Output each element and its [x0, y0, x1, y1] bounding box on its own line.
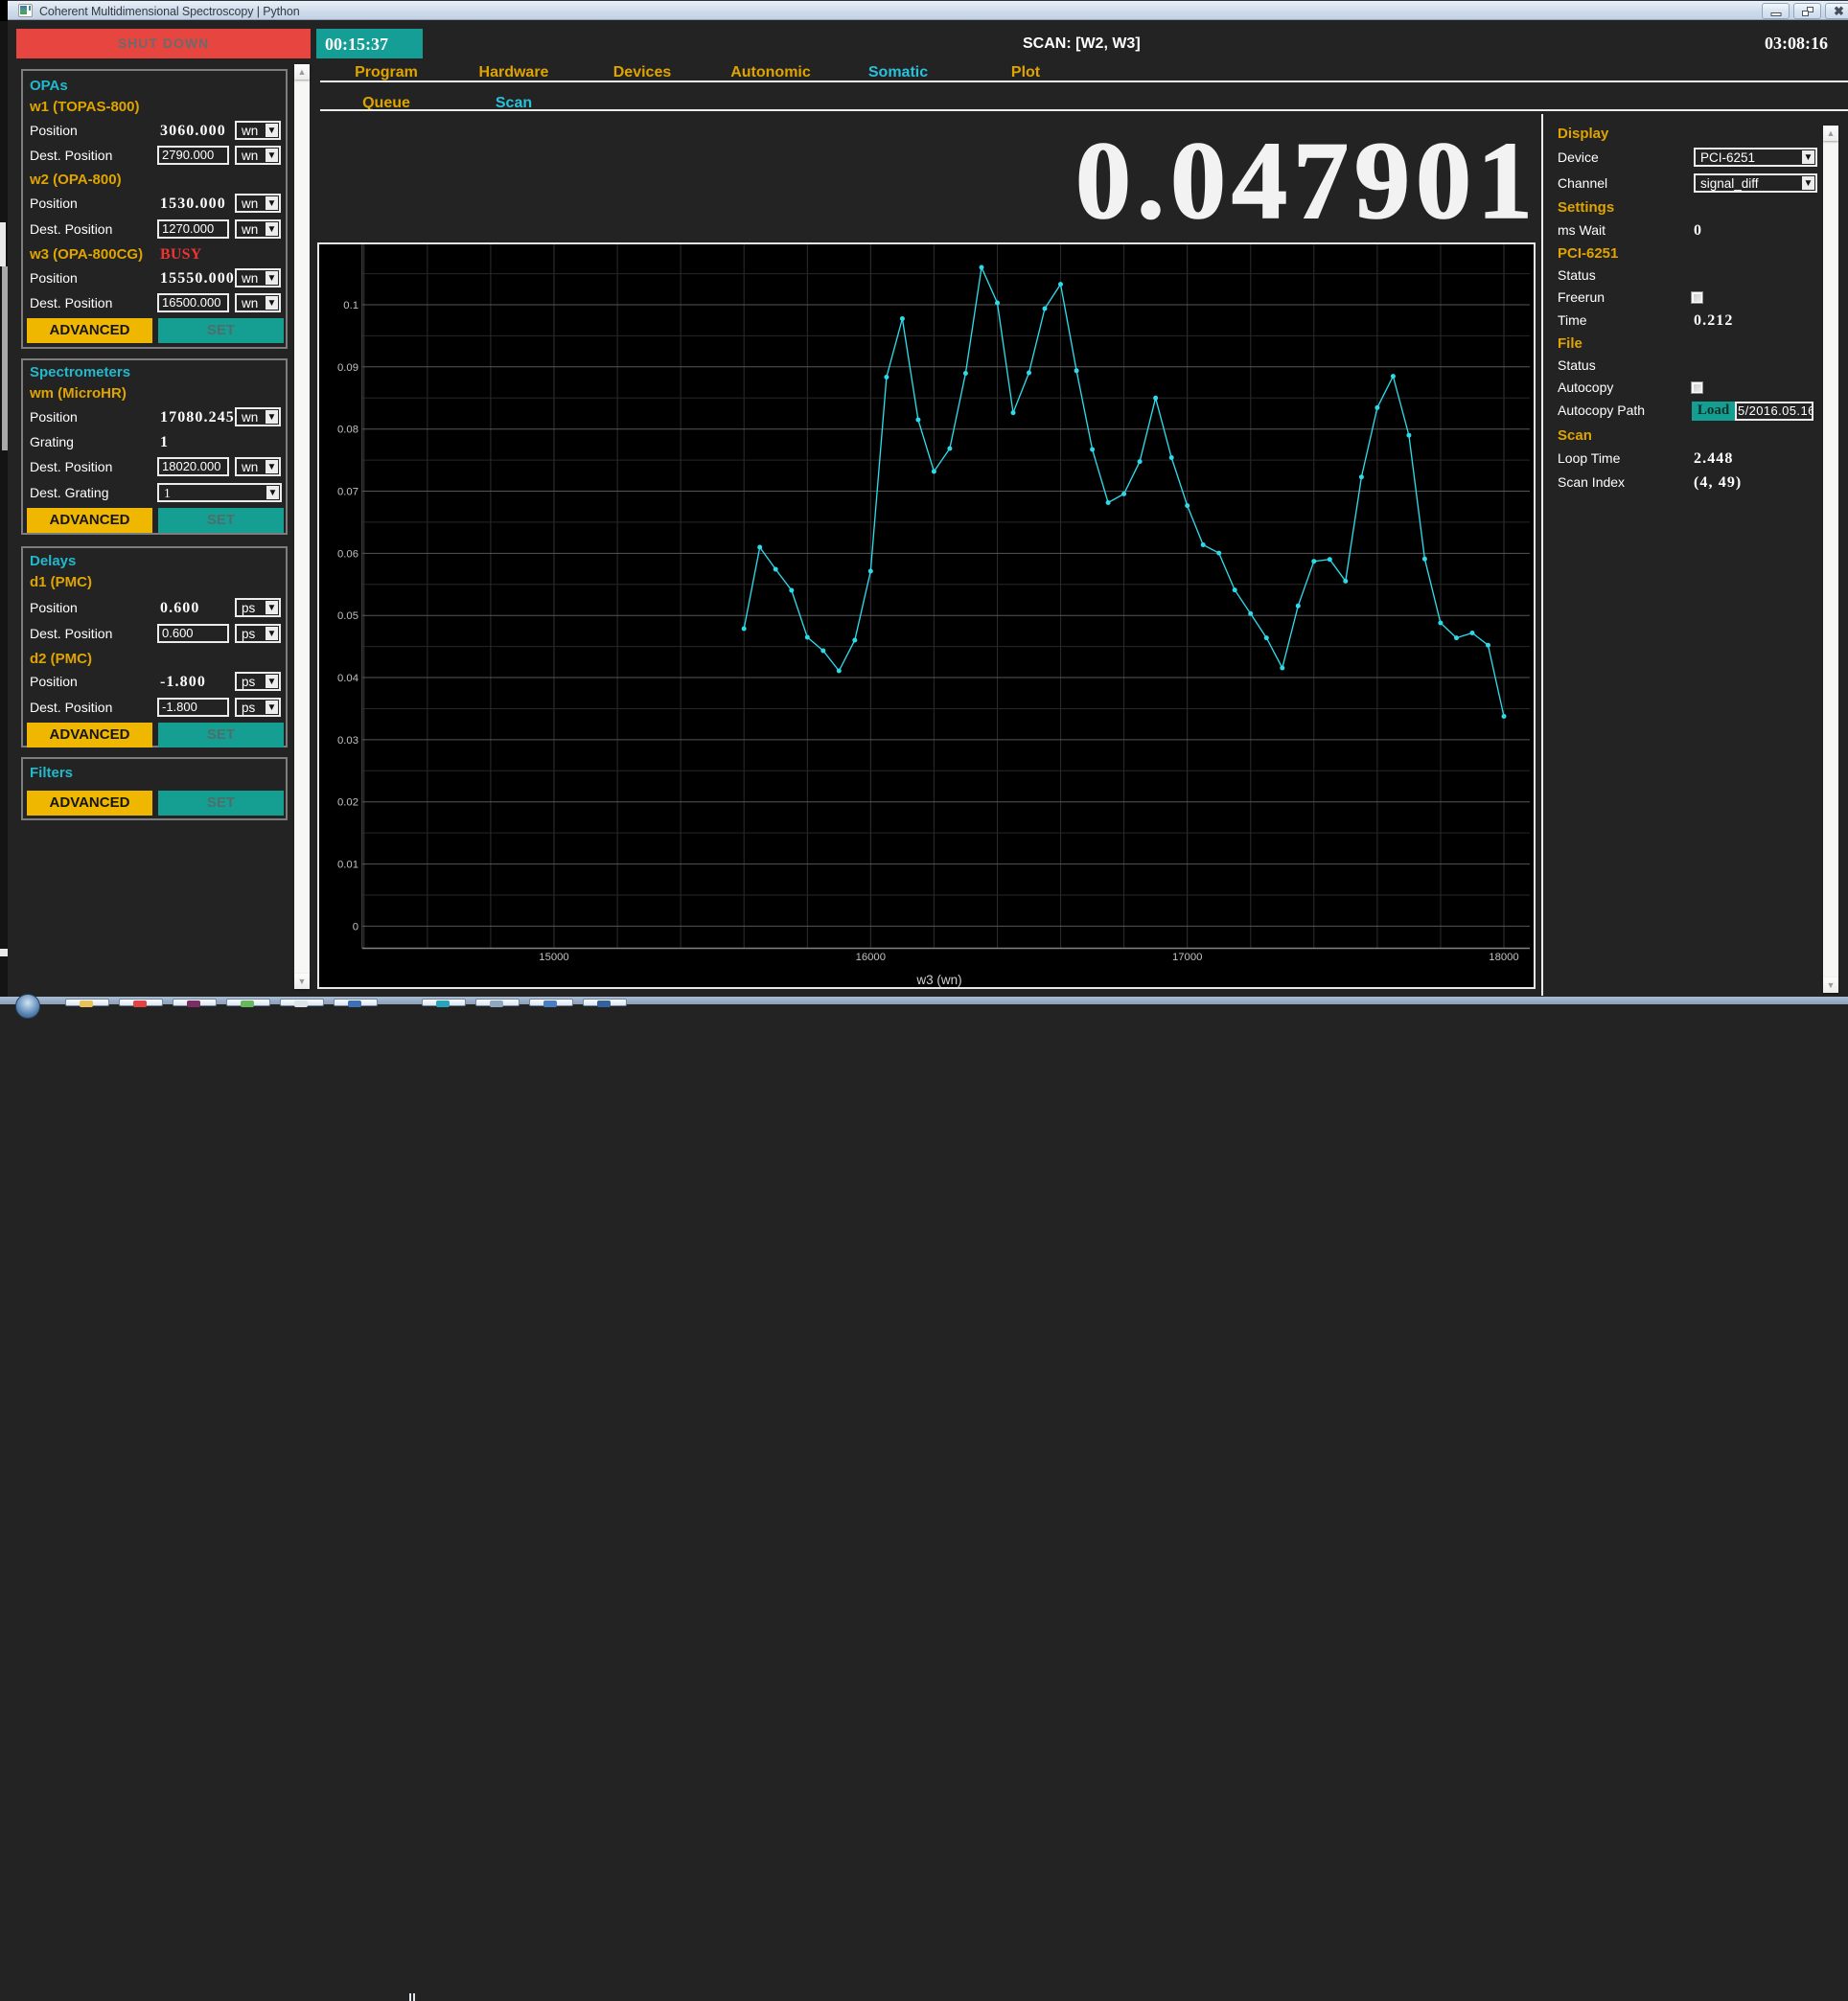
svg-text:17000: 17000 — [1172, 952, 1202, 963]
svg-text:w3 (wn): w3 (wn) — [915, 973, 961, 987]
svg-text:0.06: 0.06 — [337, 548, 358, 560]
svg-text:0.02: 0.02 — [337, 797, 358, 809]
svg-text:0.07: 0.07 — [337, 487, 358, 498]
svg-text:0.08: 0.08 — [337, 425, 358, 436]
svg-text:0.01: 0.01 — [337, 860, 358, 871]
svg-text:0.03: 0.03 — [337, 735, 358, 747]
svg-text:0.05: 0.05 — [337, 610, 358, 622]
svg-text:0.1: 0.1 — [343, 300, 358, 311]
svg-text:18000: 18000 — [1489, 952, 1518, 963]
svg-text:0.04: 0.04 — [337, 673, 358, 684]
svg-text:0.09: 0.09 — [337, 362, 358, 374]
svg-text:15000: 15000 — [539, 952, 568, 963]
svg-text:16000: 16000 — [856, 952, 886, 963]
svg-text:0: 0 — [353, 921, 358, 932]
